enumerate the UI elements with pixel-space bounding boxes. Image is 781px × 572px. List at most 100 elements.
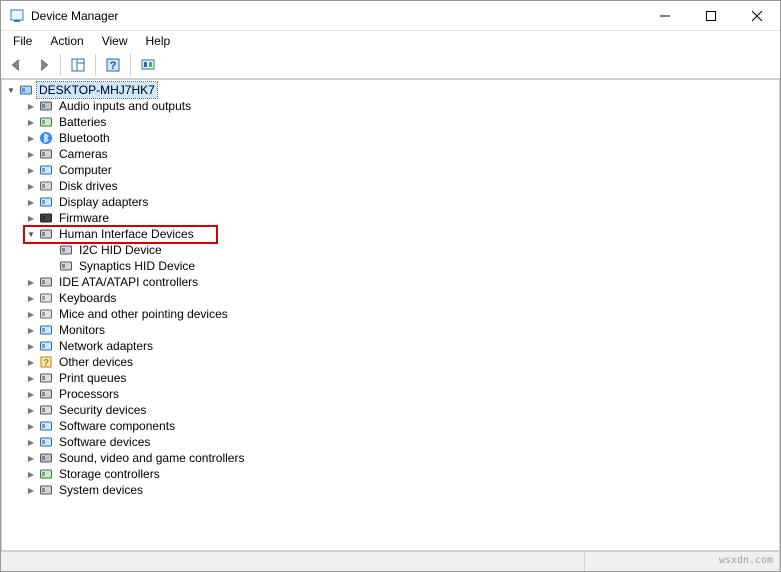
tree-item[interactable]: Mice and other pointing devices	[24, 306, 779, 322]
tree-item-label: Cameras	[57, 146, 110, 162]
tree-item[interactable]: Software components	[24, 418, 779, 434]
tree-item[interactable]: I2C HID Device	[44, 242, 779, 258]
chevron-right-icon[interactable]	[24, 115, 38, 129]
hid-icon	[58, 242, 74, 258]
tree-item[interactable]: Network adapters	[24, 338, 779, 354]
tree-item[interactable]: Audio inputs and outputs	[24, 98, 779, 114]
svg-text:?: ?	[43, 358, 49, 369]
chevron-right-icon[interactable]	[24, 195, 38, 209]
toolbar-separator	[60, 54, 61, 76]
tree-item[interactable]: Sound, video and game controllers	[24, 450, 779, 466]
tree-item-label: Human Interface Devices	[57, 226, 196, 242]
chevron-right-icon[interactable]	[24, 99, 38, 113]
tree-item-label: IDE ATA/ATAPI controllers	[57, 274, 200, 290]
chevron-right-icon[interactable]	[24, 163, 38, 177]
chevron-right-icon[interactable]	[24, 179, 38, 193]
chevron-right-icon[interactable]	[24, 211, 38, 225]
tree-item[interactable]: Storage controllers	[24, 466, 779, 482]
tree-item[interactable]: ? Other devices	[24, 354, 779, 370]
menubar: File Action View Help	[1, 31, 780, 51]
chevron-down-icon[interactable]	[24, 227, 38, 241]
content-pane: DESKTOP-MHJ7HK7Audio inputs and outputsB…	[1, 79, 780, 551]
tree-root-item[interactable]: DESKTOP-MHJ7HK7	[4, 82, 779, 98]
ide-icon	[38, 274, 54, 290]
chevron-right-icon[interactable]	[24, 451, 38, 465]
menu-action[interactable]: Action	[42, 33, 91, 49]
tree-item[interactable]: Processors	[24, 386, 779, 402]
chevron-right-icon[interactable]	[24, 467, 38, 481]
tree-item-label: Computer	[57, 162, 114, 178]
menu-file[interactable]: File	[5, 33, 40, 49]
chevron-right-icon	[44, 243, 58, 257]
chevron-right-icon[interactable]	[24, 355, 38, 369]
tree-item[interactable]: System devices	[24, 482, 779, 498]
chevron-right-icon[interactable]	[24, 387, 38, 401]
tree-item-label: Display adapters	[57, 194, 150, 210]
close-button[interactable]	[734, 1, 780, 31]
toolbar-separator	[130, 54, 131, 76]
tree-item[interactable]: IDE ATA/ATAPI controllers	[24, 274, 779, 290]
chevron-right-icon[interactable]	[24, 275, 38, 289]
app-icon	[9, 8, 25, 24]
tree-item[interactable]: Firmware	[24, 210, 779, 226]
chevron-right-icon[interactable]	[24, 323, 38, 337]
tree-item[interactable]: Display adapters	[24, 194, 779, 210]
scan-hardware-button[interactable]	[136, 53, 160, 77]
chevron-right-icon[interactable]	[24, 147, 38, 161]
tree-item-label: Network adapters	[57, 338, 155, 354]
chevron-right-icon[interactable]	[24, 339, 38, 353]
tree-item[interactable]: Computer	[24, 162, 779, 178]
tree-item-label: DESKTOP-MHJ7HK7	[37, 82, 157, 98]
menu-view[interactable]: View	[94, 33, 136, 49]
mouse-icon	[38, 306, 54, 322]
computer-dev-icon	[18, 82, 34, 98]
tree-item[interactable]: Disk drives	[24, 178, 779, 194]
tree-item[interactable]: Keyboards	[24, 290, 779, 306]
device-tree[interactable]: DESKTOP-MHJ7HK7Audio inputs and outputsB…	[2, 80, 779, 550]
chevron-right-icon[interactable]	[24, 403, 38, 417]
tree-item[interactable]: Batteries	[24, 114, 779, 130]
tree-item-label: Other devices	[57, 354, 135, 370]
chevron-down-icon[interactable]	[4, 83, 18, 97]
tree-item[interactable]: Synaptics HID Device	[44, 258, 779, 274]
tree-item-label: Firmware	[57, 210, 111, 226]
tree-item-label: Bluetooth	[57, 130, 112, 146]
system-icon	[38, 482, 54, 498]
titlebar: Device Manager	[1, 1, 780, 31]
sound-icon	[38, 450, 54, 466]
camera-icon	[38, 146, 54, 162]
minimize-button[interactable]	[642, 1, 688, 31]
tree-item[interactable]: Security devices	[24, 402, 779, 418]
menu-help[interactable]: Help	[138, 33, 179, 49]
tree-item[interactable]: Bluetooth	[24, 130, 779, 146]
tree-item-label: Mice and other pointing devices	[57, 306, 230, 322]
tree-item[interactable]: Print queues	[24, 370, 779, 386]
processor-icon	[38, 386, 54, 402]
monitor-icon	[38, 322, 54, 338]
network-icon	[38, 338, 54, 354]
forward-button[interactable]	[31, 53, 55, 77]
security-icon	[38, 402, 54, 418]
tree-item-label: System devices	[57, 482, 145, 498]
show-hide-tree-button[interactable]	[66, 53, 90, 77]
chevron-right-icon[interactable]	[24, 307, 38, 321]
keyboard-icon	[38, 290, 54, 306]
back-button[interactable]	[5, 53, 29, 77]
tree-item[interactable]: Monitors	[24, 322, 779, 338]
help-button[interactable]: ?	[101, 53, 125, 77]
window-title: Device Manager	[31, 9, 118, 23]
chevron-right-icon[interactable]	[24, 483, 38, 497]
chevron-right-icon[interactable]	[24, 131, 38, 145]
chevron-right-icon[interactable]	[24, 291, 38, 305]
tree-item-label: Disk drives	[57, 178, 120, 194]
chevron-right-icon[interactable]	[24, 419, 38, 433]
tree-item-label: Synaptics HID Device	[77, 258, 197, 274]
tree-item[interactable]: Human Interface Devices	[24, 226, 779, 242]
tree-item-label: Software devices	[57, 434, 152, 450]
maximize-button[interactable]	[688, 1, 734, 31]
tree-item[interactable]: Software devices	[24, 434, 779, 450]
chevron-right-icon[interactable]	[24, 371, 38, 385]
chevron-right-icon[interactable]	[24, 435, 38, 449]
tree-item-label: Monitors	[57, 322, 107, 338]
tree-item[interactable]: Cameras	[24, 146, 779, 162]
